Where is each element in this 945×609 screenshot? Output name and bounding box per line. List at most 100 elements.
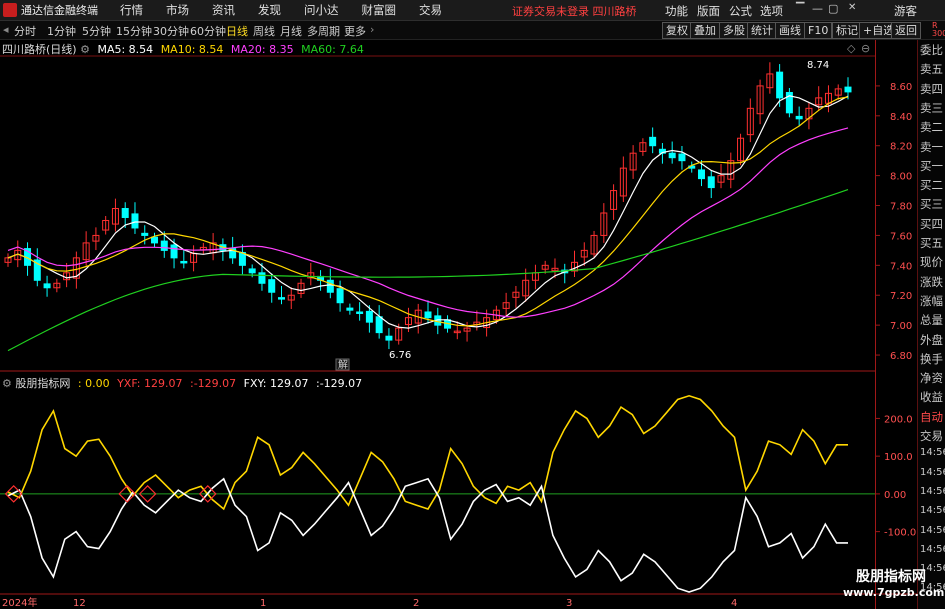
candle-body	[277, 297, 285, 300]
price-tick-label: 6.80	[890, 351, 912, 362]
indicator-grid: 200.0 100.0 0.00 -100.0	[0, 414, 916, 539]
candle-body	[375, 316, 383, 334]
sidebar-item[interactable]: 卖四	[920, 81, 943, 97]
sidebar-item[interactable]: 现价	[920, 254, 943, 270]
ind-tick-label: 200.0	[884, 414, 913, 425]
date-axis: 2024年 12 1 2 3 4	[2, 596, 737, 609]
ma60-value: MA60: 7.64	[301, 43, 364, 56]
candle-body	[697, 169, 705, 180]
sidebar-item[interactable]: 换手	[920, 351, 943, 367]
price-tick-label: 7.80	[890, 202, 912, 213]
price-tick-label: 8.20	[890, 142, 912, 153]
candle-body	[151, 236, 159, 244]
candle-body	[268, 279, 276, 293]
sidebar-item[interactable]: 买五	[920, 235, 943, 251]
kline-chart[interactable]: 8.60 8.40 8.20 8.00 7.80 7.60 7.40 7.20 7.00 6.80…	[0, 0, 945, 609]
ind-tick-label: -100.0	[884, 528, 916, 539]
indicator-gear-icon[interactable]: ⚙	[2, 377, 12, 390]
sidebar-item[interactable]: 收益	[920, 389, 943, 405]
sidebar-item[interactable]: 净资	[920, 370, 943, 386]
diamond-icon[interactable]: ◇	[847, 42, 855, 55]
ma20-value: MA20: 8.35	[230, 43, 294, 56]
sidebar-item[interactable]: 涨幅	[920, 293, 943, 309]
candle-body	[326, 279, 334, 293]
candle-body	[180, 260, 188, 264]
ma5-value: MA5: 8.54	[97, 43, 154, 56]
price-tick-label: 7.00	[890, 321, 912, 332]
sidebar-item[interactable]: 卖二	[920, 119, 943, 135]
price-tick-label: 7.20	[890, 291, 912, 302]
candle-body	[43, 283, 51, 289]
sidebar-item[interactable]: 14:56	[920, 467, 945, 478]
zoom-icon[interactable]: ⊖	[861, 42, 870, 55]
high-price-label: 8.74	[807, 60, 829, 71]
sidebar-item[interactable]: 14:56	[920, 525, 945, 536]
candle-body	[365, 310, 373, 323]
indicator-value-fxy-neg: :-129.07	[316, 377, 363, 390]
candle-body	[424, 311, 432, 319]
jie-marker[interactable]: 解	[338, 358, 348, 371]
candle-body	[649, 136, 657, 147]
sidebar-item[interactable]: 14:56	[920, 505, 945, 516]
indicator-legend: ⚙ 股朋指标网 : 0.00 YXF: 129.07 :-129.07 FXY:…	[2, 375, 362, 391]
sidebar-item[interactable]: 自动	[920, 409, 943, 425]
price-grid: 8.60 8.40 8.20 8.00 7.80 7.60 7.40 7.20 7.00 6.80	[875, 82, 912, 362]
candle-body	[795, 115, 803, 120]
candle-body	[160, 240, 168, 251]
candle-body	[121, 208, 129, 218]
sidebar-item[interactable]: 买二	[920, 177, 943, 193]
date-label-dec: 12	[73, 598, 86, 609]
candle-body	[336, 288, 344, 304]
candle-body	[131, 213, 139, 229]
candle-body	[258, 272, 266, 284]
sidebar-item[interactable]: 总量	[920, 312, 943, 328]
candle-body	[844, 86, 852, 93]
candle-body	[707, 176, 715, 189]
indicator-value-yxf-neg: :-129.07	[190, 377, 237, 390]
sidebar-item[interactable]: 买四	[920, 216, 943, 232]
candle-body	[776, 71, 784, 99]
price-tick-label: 8.00	[890, 172, 912, 183]
candle-body	[356, 311, 364, 314]
sidebar-item[interactable]: 委比	[920, 42, 943, 58]
date-label-apr: 4	[731, 598, 737, 609]
sidebar-item[interactable]: 14:56	[920, 447, 945, 458]
candle-body	[668, 152, 676, 159]
sidebar-corner-label: R 300	[932, 21, 945, 38]
ma10-value: MA10: 8.54	[160, 43, 224, 56]
date-label-feb: 2	[413, 598, 419, 609]
ma-legend: 四川路桥(日线) ⚙ MA5: 8.54 MA10: 8.54 MA20: 8.…	[2, 41, 364, 57]
indicator-value-fxy: FXY: 129.07	[243, 377, 309, 390]
candlestick-series	[4, 62, 852, 350]
sidebar-item[interactable]: 涨跌	[920, 274, 943, 290]
sidebar-item[interactable]: 交易	[920, 428, 943, 444]
indicator-value-yxf: YXF: 129.07	[117, 377, 183, 390]
low-price-label: 6.76	[389, 350, 411, 361]
sidebar-item[interactable]: 买三	[920, 196, 943, 212]
candle-body	[248, 268, 256, 274]
settings-gear-icon[interactable]: ⚙	[80, 43, 90, 56]
stock-title[interactable]: 四川路桥(日线)	[2, 43, 77, 56]
candle-body	[170, 244, 178, 259]
ind-tick-label: 0.00	[884, 490, 906, 501]
sidebar-item[interactable]: 外盘	[920, 332, 943, 348]
sidebar-item[interactable]: 卖一	[920, 139, 943, 155]
ind-tick-label: 100.0	[884, 452, 913, 463]
watermark-title: 股朋指标网	[856, 569, 926, 585]
indicator-name[interactable]: 股朋指标网	[15, 377, 70, 390]
price-tick-label: 8.40	[890, 112, 912, 123]
candle-body	[385, 335, 393, 341]
date-label-mar: 3	[566, 598, 572, 609]
chart-frame	[0, 40, 918, 609]
ma10-line	[7, 96, 849, 327]
quote-sidebar: R 300 委比卖五卖四卖三卖二卖一买一买二买三买四买五现价涨跌涨幅总量外盘换手…	[918, 22, 945, 609]
sidebar-item[interactable]: 卖五	[920, 61, 943, 77]
candle-body	[141, 232, 149, 236]
candle-body	[346, 307, 354, 311]
sidebar-item[interactable]: 买一	[920, 158, 943, 174]
sidebar-item[interactable]: 14:56	[920, 544, 945, 555]
sidebar-item[interactable]: 14:56	[920, 486, 945, 497]
indicator-value-0: : 0.00	[77, 377, 110, 390]
price-tick-label: 8.60	[890, 82, 912, 93]
sidebar-item[interactable]: 卖三	[920, 100, 943, 116]
